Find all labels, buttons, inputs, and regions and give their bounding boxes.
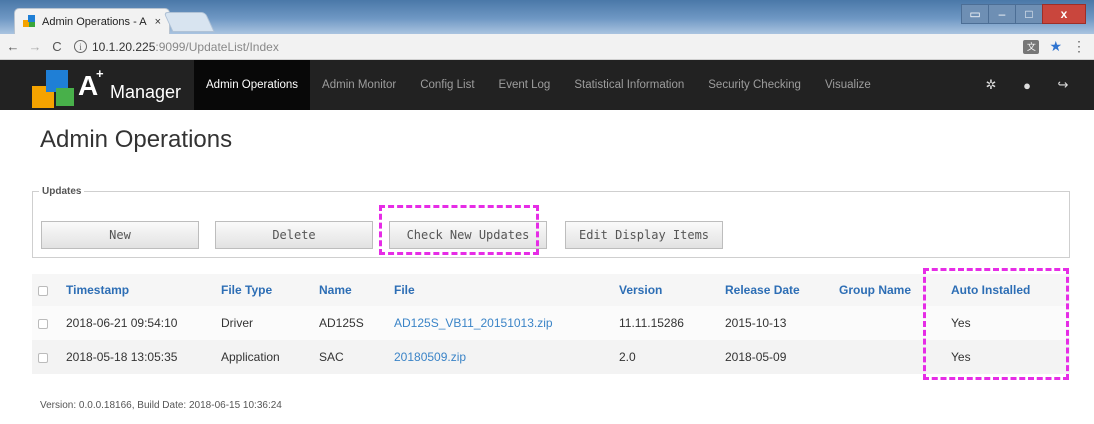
column-header-auto-installed[interactable]: Auto Installed <box>945 274 1070 306</box>
new-button[interactable]: New <box>41 221 199 249</box>
forward-icon[interactable]: → <box>26 39 44 54</box>
new-tab-button[interactable] <box>163 12 215 32</box>
url-host: 10.1.20.225 <box>92 39 156 54</box>
table-row[interactable]: 2018-05-18 13:05:35 Application SAC 2018… <box>32 340 1070 374</box>
site-info-icon[interactable]: i <box>74 40 87 53</box>
window-maximize-button[interactable]: □ <box>1015 4 1043 24</box>
window-restore-down-button[interactable]: ▭ <box>961 4 989 24</box>
nav-item-visualize[interactable]: Visualize <box>813 60 883 110</box>
version-footer: Version: 0.0.0.18166, Build Date: 2018-0… <box>40 400 282 411</box>
column-header-version[interactable]: Version <box>613 274 719 306</box>
nav-item-statistical-information[interactable]: Statistical Information <box>562 60 696 110</box>
logout-icon[interactable]: ↪ <box>1056 77 1070 93</box>
file-link[interactable]: AD125S_VB11_20151013.zip <box>394 316 553 330</box>
cell-auto-installed: Yes <box>945 306 1070 340</box>
cell-file: 20180509.zip <box>388 340 613 374</box>
delete-button[interactable]: Delete <box>215 221 373 249</box>
column-header-file[interactable]: File <box>388 274 613 306</box>
window-close-button[interactable]: x <box>1042 4 1086 24</box>
cell-group-name <box>833 306 945 340</box>
back-icon[interactable]: ← <box>4 39 22 54</box>
cell-name: AD125S <box>313 306 388 340</box>
table-row[interactable]: 2018-06-21 09:54:10 Driver AD125S AD125S… <box>32 306 1070 340</box>
window-controls: ▭ – □ x <box>961 4 1086 24</box>
column-header-file-type[interactable]: File Type <box>215 274 313 306</box>
tab-title: Admin Operations - A - <box>42 15 149 28</box>
browser-tab[interactable]: Admin Operations - A - × <box>14 8 170 34</box>
file-link[interactable]: 20180509.zip <box>394 350 466 364</box>
cell-release-date: 2015-10-13 <box>719 306 833 340</box>
select-all-checkbox[interactable] <box>38 285 48 296</box>
cell-version: 2.0 <box>613 340 719 374</box>
logo-plus: + <box>96 66 104 81</box>
bookmark-star-icon[interactable]: ★ <box>1049 38 1062 55</box>
reload-icon[interactable]: C <box>48 39 66 54</box>
browser-tabstrip: Admin Operations - A - × ▭ – □ x <box>0 0 1094 34</box>
address-bar: ← → C i 10.1.20.225:9099/UpdateList/Inde… <box>0 34 1094 60</box>
column-header-group-name[interactable]: Group Name <box>833 274 945 306</box>
updates-legend: Updates <box>42 186 82 197</box>
cell-group-name <box>833 340 945 374</box>
cell-release-date: 2018-05-09 <box>719 340 833 374</box>
browser-menu-icon[interactable]: ⋮ <box>1072 38 1086 55</box>
translate-icon[interactable]: 文 <box>1023 39 1040 54</box>
cell-timestamp: 2018-06-21 09:54:10 <box>60 306 215 340</box>
nav-item-security-checking[interactable]: Security Checking <box>696 60 813 110</box>
nav-menu: Admin Operations Admin Monitor Config Li… <box>194 60 883 110</box>
cell-version: 11.11.15286 <box>613 306 719 340</box>
row-checkbox-cell <box>32 306 60 340</box>
cell-file-type: Driver <box>215 306 313 340</box>
app-favicon-icon <box>23 15 36 28</box>
cell-file: AD125S_VB11_20151013.zip <box>388 306 613 340</box>
cell-name: SAC <box>313 340 388 374</box>
nav-item-admin-operations[interactable]: Admin Operations <box>194 60 311 110</box>
page-title: Admin Operations <box>40 126 233 153</box>
url-field[interactable]: i 10.1.20.225:9099/UpdateList/Index <box>74 40 279 54</box>
cell-auto-installed: Yes <box>945 340 1070 374</box>
check-new-updates-button[interactable]: Check New Updates <box>389 221 547 249</box>
nav-item-admin-monitor[interactable]: Admin Monitor <box>310 60 408 110</box>
row-checkbox[interactable] <box>38 352 48 363</box>
select-all-checkbox-cell <box>32 274 60 306</box>
row-checkbox-cell <box>32 340 60 374</box>
updates-table: Timestamp File Type Name File Version Re… <box>32 274 1070 374</box>
table-header-row: Timestamp File Type Name File Version Re… <box>32 274 1070 306</box>
user-icon[interactable]: ● <box>1020 78 1034 93</box>
app-navbar: A + Manager Admin Operations Admin Monit… <box>0 60 1094 110</box>
column-header-release-date[interactable]: Release Date <box>719 274 833 306</box>
logo-text: Manager <box>110 82 182 102</box>
row-checkbox[interactable] <box>38 318 48 329</box>
nav-item-config-list[interactable]: Config List <box>408 60 486 110</box>
tab-close-icon[interactable]: × <box>155 16 161 28</box>
window-minimize-button[interactable]: – <box>988 4 1016 24</box>
gear-icon[interactable]: ✲ <box>984 77 998 93</box>
column-header-name[interactable]: Name <box>313 274 388 306</box>
logo-cube-green-icon <box>56 88 74 106</box>
nav-item-event-log[interactable]: Event Log <box>487 60 563 110</box>
column-header-timestamp[interactable]: Timestamp <box>60 274 215 306</box>
edit-display-items-button[interactable]: Edit Display Items <box>565 221 723 249</box>
cell-timestamp: 2018-05-18 13:05:35 <box>60 340 215 374</box>
url-path: :9099/UpdateList/Index <box>155 39 279 54</box>
cell-file-type: Application <box>215 340 313 374</box>
app-logo[interactable]: A + Manager <box>32 62 192 108</box>
